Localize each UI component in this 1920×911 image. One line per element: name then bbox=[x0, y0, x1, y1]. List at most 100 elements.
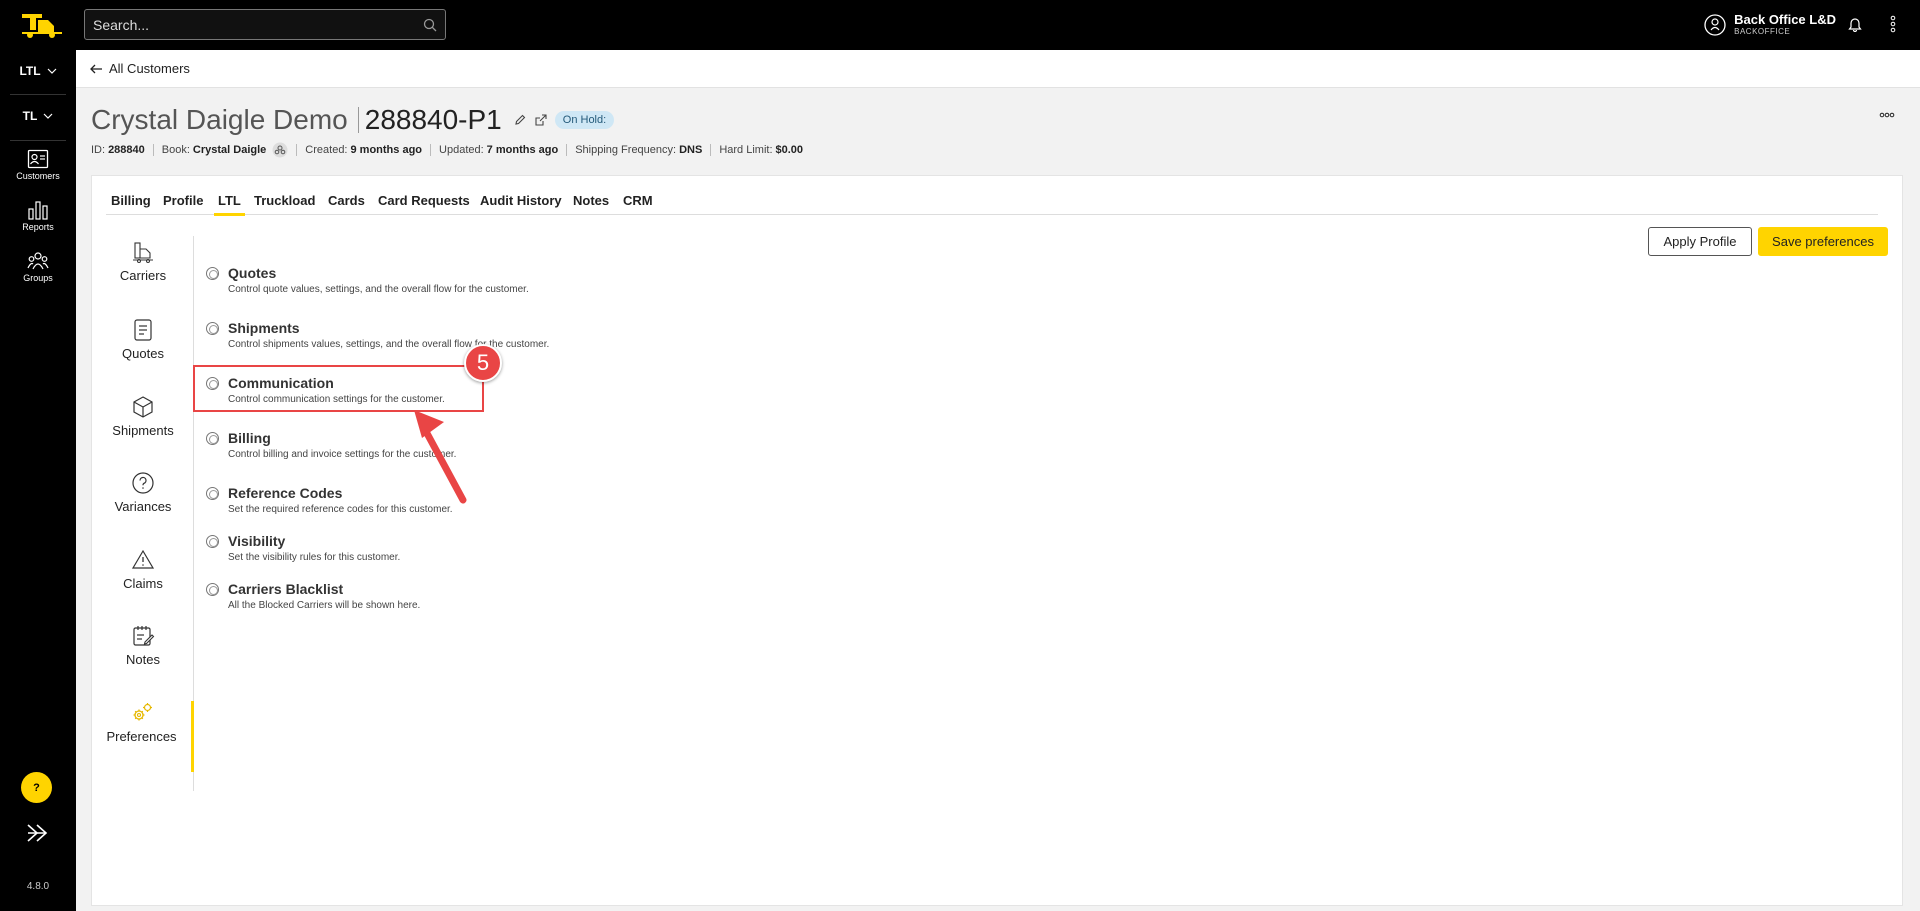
subnav-variances[interactable]: Variances bbox=[92, 471, 194, 533]
tab-cards[interactable]: Cards bbox=[328, 188, 365, 215]
box-icon bbox=[133, 396, 153, 418]
subnav-label: Variances bbox=[114, 499, 172, 514]
meta-id-label: ID: bbox=[91, 144, 106, 156]
subnav-notes[interactable]: Notes bbox=[92, 624, 194, 686]
option-description: Control shipments values, settings, and … bbox=[228, 339, 550, 350]
mode-select-tl[interactable]: TL bbox=[0, 96, 76, 136]
expand-sidebar-icon[interactable] bbox=[25, 823, 51, 843]
save-preferences-button[interactable]: Save preferences bbox=[1758, 227, 1888, 256]
top-bar: Back Office L&D BACKOFFICE bbox=[0, 0, 1920, 50]
user-name: Back Office L&D bbox=[1734, 12, 1836, 27]
tab-notes[interactable]: Notes bbox=[573, 188, 609, 215]
book-owner-icon[interactable] bbox=[272, 142, 288, 158]
subnav-preferences[interactable]: Preferences bbox=[92, 701, 194, 772]
option-title: Billing bbox=[228, 430, 271, 446]
tab-card-requests[interactable]: Card Requests bbox=[378, 188, 470, 215]
rail-item-label: Reports bbox=[22, 222, 54, 232]
radio-button[interactable] bbox=[206, 267, 219, 280]
app-version: 4.8.0 bbox=[26, 881, 50, 892]
help-button[interactable]: ? bbox=[21, 772, 52, 803]
bell-icon[interactable] bbox=[1848, 16, 1862, 32]
carriers-icon bbox=[133, 242, 153, 263]
meta-limit-value: $0.00 bbox=[775, 144, 804, 156]
notes-icon bbox=[133, 626, 155, 646]
mode-select-ltl[interactable]: LTL bbox=[0, 51, 76, 91]
mode-label: LTL bbox=[19, 64, 41, 78]
option-title: Reference Codes bbox=[228, 485, 343, 501]
page-title-row: Crystal Daigle Demo 288840-P1 On Hold: bbox=[91, 104, 615, 136]
page-title: Crystal Daigle Demo bbox=[91, 104, 348, 135]
tab-billing[interactable]: Billing bbox=[111, 188, 151, 215]
meta-created-value: 9 months ago bbox=[350, 144, 423, 156]
rail-item-label: Customers bbox=[16, 171, 60, 181]
search-icon[interactable] bbox=[423, 18, 437, 32]
more-options-icon[interactable] bbox=[1879, 112, 1895, 118]
option-title: Carriers Blacklist bbox=[228, 581, 344, 597]
status-badge: On Hold: bbox=[554, 111, 615, 129]
option-title: Quotes bbox=[228, 265, 277, 281]
truck-logo-icon[interactable] bbox=[20, 10, 64, 40]
kebab-menu-icon[interactable] bbox=[1890, 14, 1896, 34]
subnav-label: Preferences bbox=[106, 729, 177, 744]
rail-item-customers[interactable]: Customers bbox=[0, 149, 76, 197]
rail-item-groups[interactable]: Groups bbox=[0, 251, 76, 299]
annotation-highlight-box bbox=[193, 365, 484, 412]
warning-icon bbox=[131, 549, 155, 569]
subnav-label: Shipments bbox=[112, 423, 174, 438]
annotation-step-badge: 5 bbox=[464, 344, 502, 382]
option-title: Visibility bbox=[228, 533, 286, 549]
meta-book-value: Crystal Daigle bbox=[192, 144, 267, 156]
tab-audit-history[interactable]: Audit History bbox=[480, 188, 562, 215]
meta-limit-label: Hard Limit: bbox=[719, 144, 773, 156]
meta-frequency-value: DNS bbox=[679, 144, 703, 156]
radio-button[interactable] bbox=[206, 535, 219, 548]
subnav-carriers[interactable]: Carriers bbox=[92, 240, 194, 302]
tab-bar: Billing Profile LTL Truckload Cards Card… bbox=[106, 188, 1878, 216]
subnav-shipments[interactable]: Shipments bbox=[92, 395, 194, 457]
customer-meta: ID: 288840 Book: Crystal Daigle Created:… bbox=[91, 142, 803, 158]
left-rail: LTL TL Customers Reports Groups ? 4.8.0 bbox=[0, 50, 76, 911]
breadcrumb: All Customers bbox=[76, 50, 1920, 88]
arrow-left-icon bbox=[90, 64, 102, 73]
reports-icon bbox=[28, 201, 48, 220]
pencil-icon[interactable] bbox=[514, 114, 526, 126]
mode-label: TL bbox=[22, 109, 38, 123]
subnav-claims[interactable]: Claims bbox=[92, 548, 194, 610]
option-description: Control quote values, settings, and the … bbox=[228, 284, 529, 295]
tab-crm[interactable]: CRM bbox=[623, 188, 653, 215]
subnav-label: Notes bbox=[126, 652, 160, 667]
quotes-icon bbox=[134, 319, 152, 341]
subnav-label: Carriers bbox=[119, 268, 167, 283]
user-role: BACKOFFICE bbox=[1734, 27, 1791, 36]
back-to-all-customers-link[interactable]: All Customers bbox=[90, 61, 190, 76]
rail-item-label: Groups bbox=[23, 273, 53, 283]
breadcrumb-label: All Customers bbox=[109, 61, 190, 76]
groups-icon bbox=[27, 252, 49, 270]
user-avatar-icon bbox=[1704, 14, 1726, 36]
meta-created-label: Created: bbox=[305, 144, 348, 156]
annotation-arrow-icon bbox=[414, 410, 467, 504]
user-menu[interactable]: Back Office L&D BACKOFFICE bbox=[1704, 11, 1836, 39]
radio-button[interactable] bbox=[206, 583, 219, 596]
meta-updated-value: 7 months ago bbox=[486, 144, 559, 156]
radio-button[interactable] bbox=[206, 322, 219, 335]
gears-icon bbox=[133, 703, 152, 721]
meta-frequency-label: Shipping Frequency: bbox=[575, 144, 677, 156]
rail-item-reports[interactable]: Reports bbox=[0, 200, 76, 248]
tab-truckload[interactable]: Truckload bbox=[254, 188, 315, 215]
tab-profile[interactable]: Profile bbox=[163, 188, 203, 215]
option-title: Shipments bbox=[228, 320, 300, 336]
external-link-icon[interactable] bbox=[534, 113, 547, 127]
radio-button[interactable] bbox=[206, 432, 219, 445]
option-description: All the Blocked Carriers will be shown h… bbox=[228, 600, 421, 611]
chevron-down-icon bbox=[43, 113, 53, 119]
tab-ltl[interactable]: LTL bbox=[214, 188, 245, 216]
apply-profile-button[interactable]: Apply Profile bbox=[1648, 227, 1752, 256]
radio-button[interactable] bbox=[206, 487, 219, 500]
option-description: Set the visibility rules for this custom… bbox=[228, 552, 401, 563]
meta-updated-label: Updated: bbox=[439, 144, 484, 156]
subnav-quotes[interactable]: Quotes bbox=[92, 318, 194, 380]
meta-id-value: 288840 bbox=[108, 144, 145, 156]
subnav-label: Claims bbox=[123, 576, 163, 591]
search-input[interactable] bbox=[85, 10, 445, 39]
